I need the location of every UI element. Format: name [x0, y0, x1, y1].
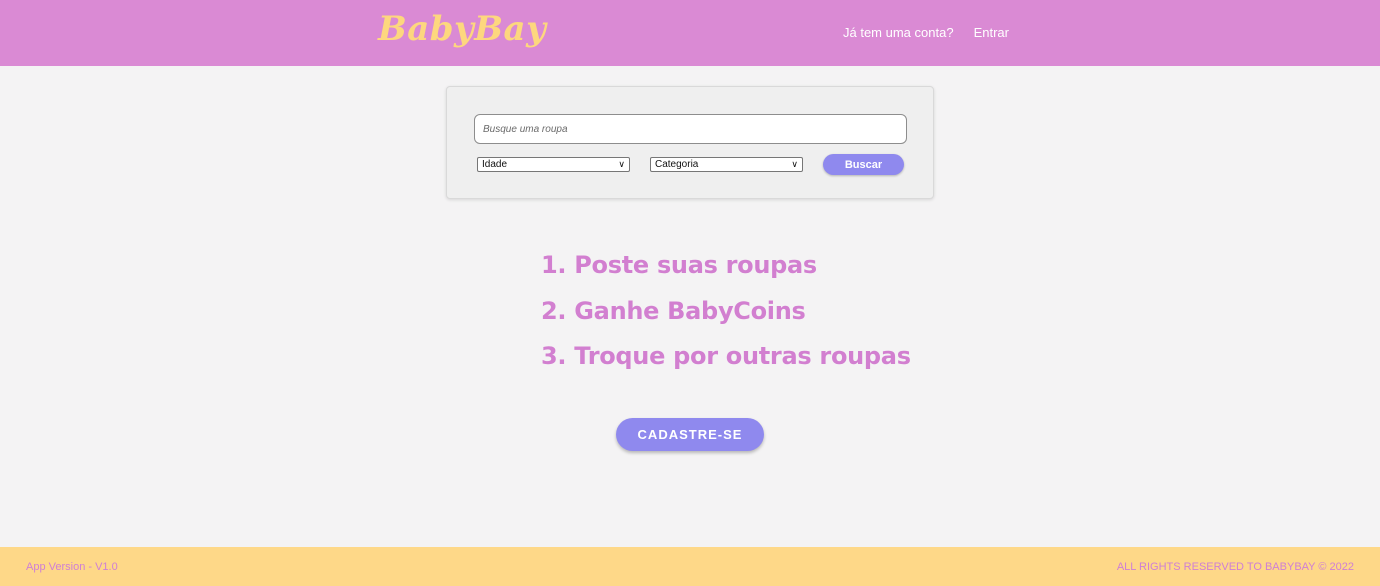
- search-input[interactable]: [474, 114, 907, 144]
- search-card: Idade ∨ Categoria ∨ Buscar: [446, 86, 934, 199]
- app-version: App Version - V1.0: [26, 561, 118, 573]
- logo[interactable]: BabyBay: [378, 9, 546, 49]
- search-button[interactable]: Buscar: [823, 154, 904, 175]
- step-item: 3. Troque por outras roupas: [541, 342, 911, 370]
- header-nav: Já tem uma conta? Entrar: [843, 25, 1009, 40]
- step-item: 1. Poste suas roupas: [541, 251, 817, 279]
- age-select-value: Idade: [482, 159, 508, 170]
- copyright: ALL RIGHTS RESERVED TO BABYBAY © 2022: [1116, 561, 1354, 573]
- age-select[interactable]: Idade ∨: [477, 157, 630, 172]
- step-item: 2. Ganhe BabyCoins: [541, 296, 806, 325]
- steps-list: 1. Poste suas roupas 2. Ganhe BabyCoins …: [541, 248, 911, 385]
- has-account-link[interactable]: Já tem uma conta?: [843, 25, 954, 40]
- chevron-down-icon: ∨: [791, 159, 798, 169]
- category-select[interactable]: Categoria ∨: [650, 157, 803, 172]
- login-link[interactable]: Entrar: [974, 25, 1009, 40]
- signup-button[interactable]: CADASTRE-SE: [616, 418, 764, 451]
- chevron-down-icon: ∨: [618, 159, 625, 169]
- top-header: BabyBay Já tem uma conta? Entrar: [0, 0, 1380, 66]
- category-select-value: Categoria: [655, 159, 699, 170]
- footer: App Version - V1.0 ALL RIGHTS RESERVED T…: [0, 547, 1380, 586]
